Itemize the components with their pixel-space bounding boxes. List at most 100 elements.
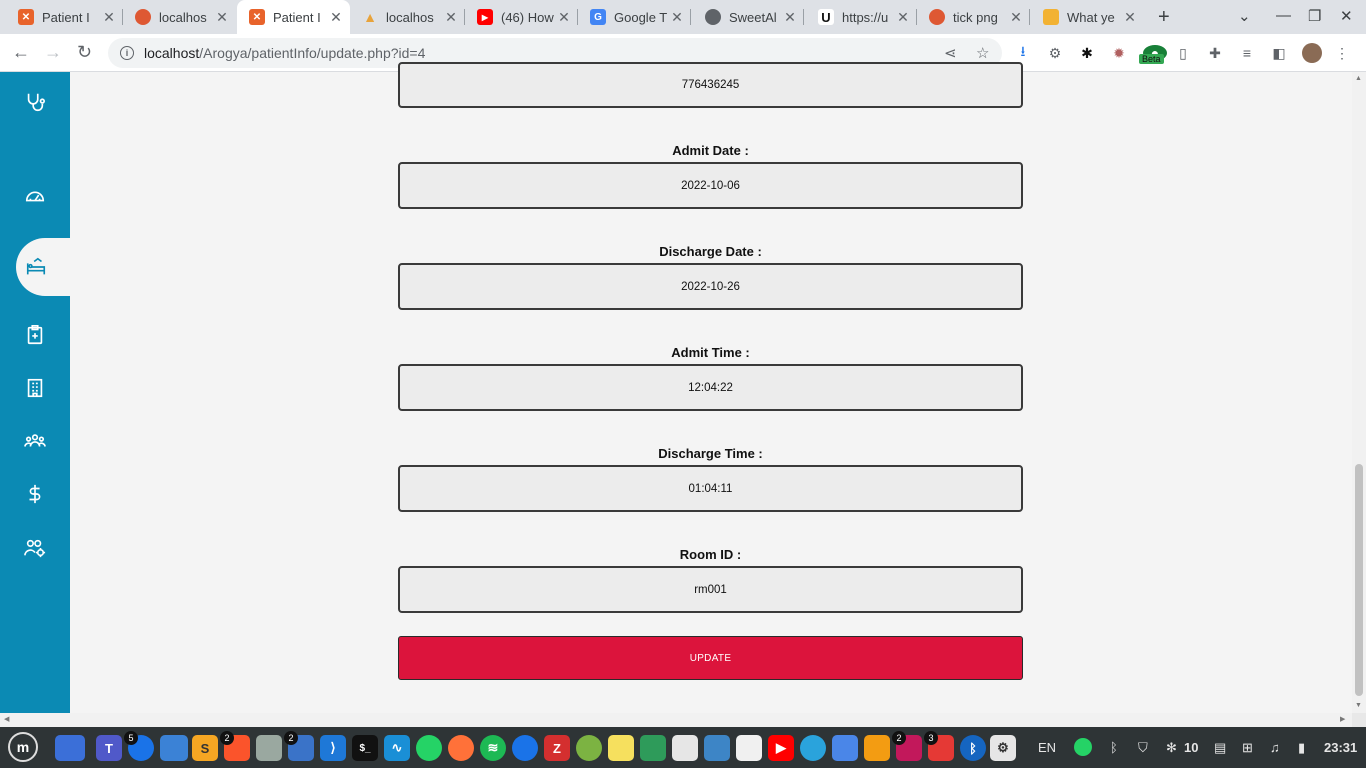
tab-search-button[interactable]: ⌄	[1238, 7, 1251, 25]
puzzle-extensions-icon[interactable]: ✚	[1207, 45, 1223, 61]
tab-close-icon[interactable]: ✕	[101, 9, 117, 26]
document-extension-icon[interactable]: ▯	[1175, 45, 1191, 61]
spotify-icon[interactable]: ≋	[480, 735, 506, 761]
tab-google-translate[interactable]: G Google T ✕	[578, 3, 691, 31]
sidebar-item-appointments[interactable]	[0, 315, 70, 355]
tab-what-ye[interactable]: What ye ✕	[1031, 3, 1144, 31]
whatsapp-icon[interactable]	[416, 735, 442, 761]
tab-tick-png[interactable]: tick png ✕	[917, 3, 1030, 31]
layers-icon[interactable]	[640, 735, 666, 761]
sidebar-item-billing[interactable]	[0, 474, 70, 514]
photos-icon[interactable]: 2	[892, 731, 922, 761]
clock[interactable]: 23:31	[1324, 740, 1357, 755]
reader-icon[interactable]: 3	[924, 731, 954, 761]
discharge-date-field[interactable]: 2022-10-26	[398, 263, 1023, 310]
minimize-button[interactable]: —	[1276, 7, 1291, 24]
vscode-icon[interactable]: ⟩	[320, 735, 346, 761]
back-arrow-icon[interactable]: ←	[12, 42, 30, 63]
sidebar-item-staff[interactable]	[0, 421, 70, 461]
tab-close-icon[interactable]: ✕	[895, 9, 911, 26]
tab-patient-info-1[interactable]: ✕ Patient I ✕	[0, 3, 123, 31]
scroll-right-arrow-icon[interactable]: ▶	[1340, 715, 1345, 723]
tab-close-icon[interactable]: ✕	[556, 9, 572, 26]
tab-close-icon[interactable]: ✕	[214, 9, 230, 26]
sidebar-item-patients[interactable]	[16, 238, 70, 296]
bluetooth-app-icon[interactable]: ᛒ	[960, 735, 986, 761]
forward-arrow-icon[interactable]: →	[44, 42, 62, 63]
new-tab-button[interactable]: +	[1158, 6, 1170, 29]
clipboard-tray-icon[interactable]: ▤	[1214, 740, 1226, 756]
weather-icon[interactable]: ✻	[1166, 740, 1177, 756]
admit-date-field[interactable]: 2022-10-06	[398, 162, 1023, 209]
media-control-icon[interactable]: ≡	[1239, 45, 1255, 61]
files-icon[interactable]	[160, 735, 188, 761]
maps-icon[interactable]	[512, 735, 538, 761]
calculator-icon[interactable]	[576, 735, 602, 761]
network-tray-icon[interactable]: ⊞	[1242, 740, 1253, 756]
tab-close-icon[interactable]: ✕	[328, 9, 344, 26]
sublime-icon[interactable]: S	[192, 735, 218, 761]
document-icon[interactable]	[736, 735, 762, 761]
settings-icon[interactable]: ⚙	[990, 735, 1016, 761]
tab-close-icon[interactable]: ✕	[669, 9, 685, 26]
sticky-notes-icon[interactable]	[608, 735, 634, 761]
vertical-scrollbar[interactable]: ▲ ▼	[1352, 72, 1366, 713]
show-desktop-icon[interactable]	[55, 735, 85, 761]
telegram-icon[interactable]	[800, 735, 826, 761]
gear-extension-icon[interactable]: ⚙	[1047, 45, 1063, 61]
shield-tray-icon[interactable]: ⛉	[1138, 740, 1148, 756]
youtube-icon[interactable]: ▶	[768, 735, 794, 761]
tab-close-icon[interactable]: ✕	[1122, 9, 1138, 26]
maximize-button[interactable]: ❐	[1308, 7, 1321, 25]
firefox-icon[interactable]	[448, 735, 474, 761]
chrome-icon[interactable]: 5	[124, 731, 154, 761]
horizontal-scrollbar[interactable]: ◀ ▶	[0, 713, 1352, 727]
scroll-down-arrow-icon[interactable]: ▼	[1355, 702, 1362, 709]
tab-sweetalert[interactable]: SweetAl ✕	[691, 3, 804, 31]
kebab-menu-icon[interactable]: ⋮	[1334, 45, 1350, 61]
scroll-up-arrow-icon[interactable]: ▲	[1355, 75, 1362, 82]
room-id-field[interactable]: rm001	[398, 566, 1023, 613]
tab-patient-info-active[interactable]: ✕ Patient I ✕	[237, 0, 350, 34]
notes-icon[interactable]: 2	[284, 731, 314, 761]
tab-unsplash[interactable]: U https://u ✕	[804, 3, 917, 31]
screenshot-icon[interactable]	[832, 735, 858, 761]
battery-tray-icon[interactable]: ▮	[1298, 740, 1305, 756]
sidebar-item-rooms[interactable]	[0, 368, 70, 408]
bluetooth-tray-icon[interactable]: ᛒ	[1110, 740, 1118, 755]
text-editor-icon[interactable]	[672, 735, 698, 761]
network-icon[interactable]	[704, 735, 730, 761]
teams-icon[interactable]: T	[96, 735, 122, 761]
sidebar-item-dashboard[interactable]	[0, 176, 70, 216]
side-panel-icon[interactable]: ◧	[1271, 45, 1287, 61]
tab-close-icon[interactable]: ✕	[782, 9, 798, 26]
tab-localhost-1[interactable]: localhos ✕	[123, 3, 236, 31]
mint-menu-icon[interactable]: m	[8, 732, 38, 762]
scroll-left-arrow-icon[interactable]: ◀	[4, 715, 9, 723]
discharge-time-field[interactable]: 01:04:11	[398, 465, 1023, 512]
share-icon[interactable]: ⋖	[944, 44, 957, 62]
tab-youtube[interactable]: ▶ (46) How ✕	[465, 3, 578, 31]
bug-extension-icon[interactable]: ✹	[1111, 45, 1127, 61]
sidebar-item-user-settings[interactable]	[0, 528, 70, 568]
tab-phpmyadmin[interactable]: ▲ localhos ✕	[352, 3, 465, 31]
sound-tray-icon[interactable]: ♫	[1270, 740, 1280, 755]
whatsapp-tray-icon[interactable]	[1074, 738, 1092, 756]
tab-close-icon[interactable]: ✕	[1008, 9, 1024, 26]
sidebar-item-doctors[interactable]	[0, 82, 70, 122]
diagram-icon[interactable]	[864, 735, 890, 761]
close-window-button[interactable]: ✕	[1340, 7, 1353, 25]
drawing-icon[interactable]	[256, 735, 282, 761]
vertical-scroll-thumb[interactable]	[1355, 464, 1363, 696]
system-monitor-icon[interactable]: ∿	[384, 735, 410, 761]
site-info-icon[interactable]: i	[120, 46, 134, 60]
zotero-icon[interactable]: Z	[544, 735, 570, 761]
contact-number-field[interactable]: 776436245	[398, 62, 1023, 108]
brave-icon[interactable]: 2	[220, 731, 250, 761]
terminal-icon[interactable]: $_	[352, 735, 378, 761]
profile-avatar[interactable]	[1302, 43, 1322, 63]
update-button[interactable]: UPDATE	[398, 636, 1023, 680]
bookmark-star-icon[interactable]: ☆	[976, 44, 989, 62]
tab-close-icon[interactable]: ✕	[443, 9, 459, 26]
download-icon[interactable]: ⭳	[1015, 43, 1031, 61]
